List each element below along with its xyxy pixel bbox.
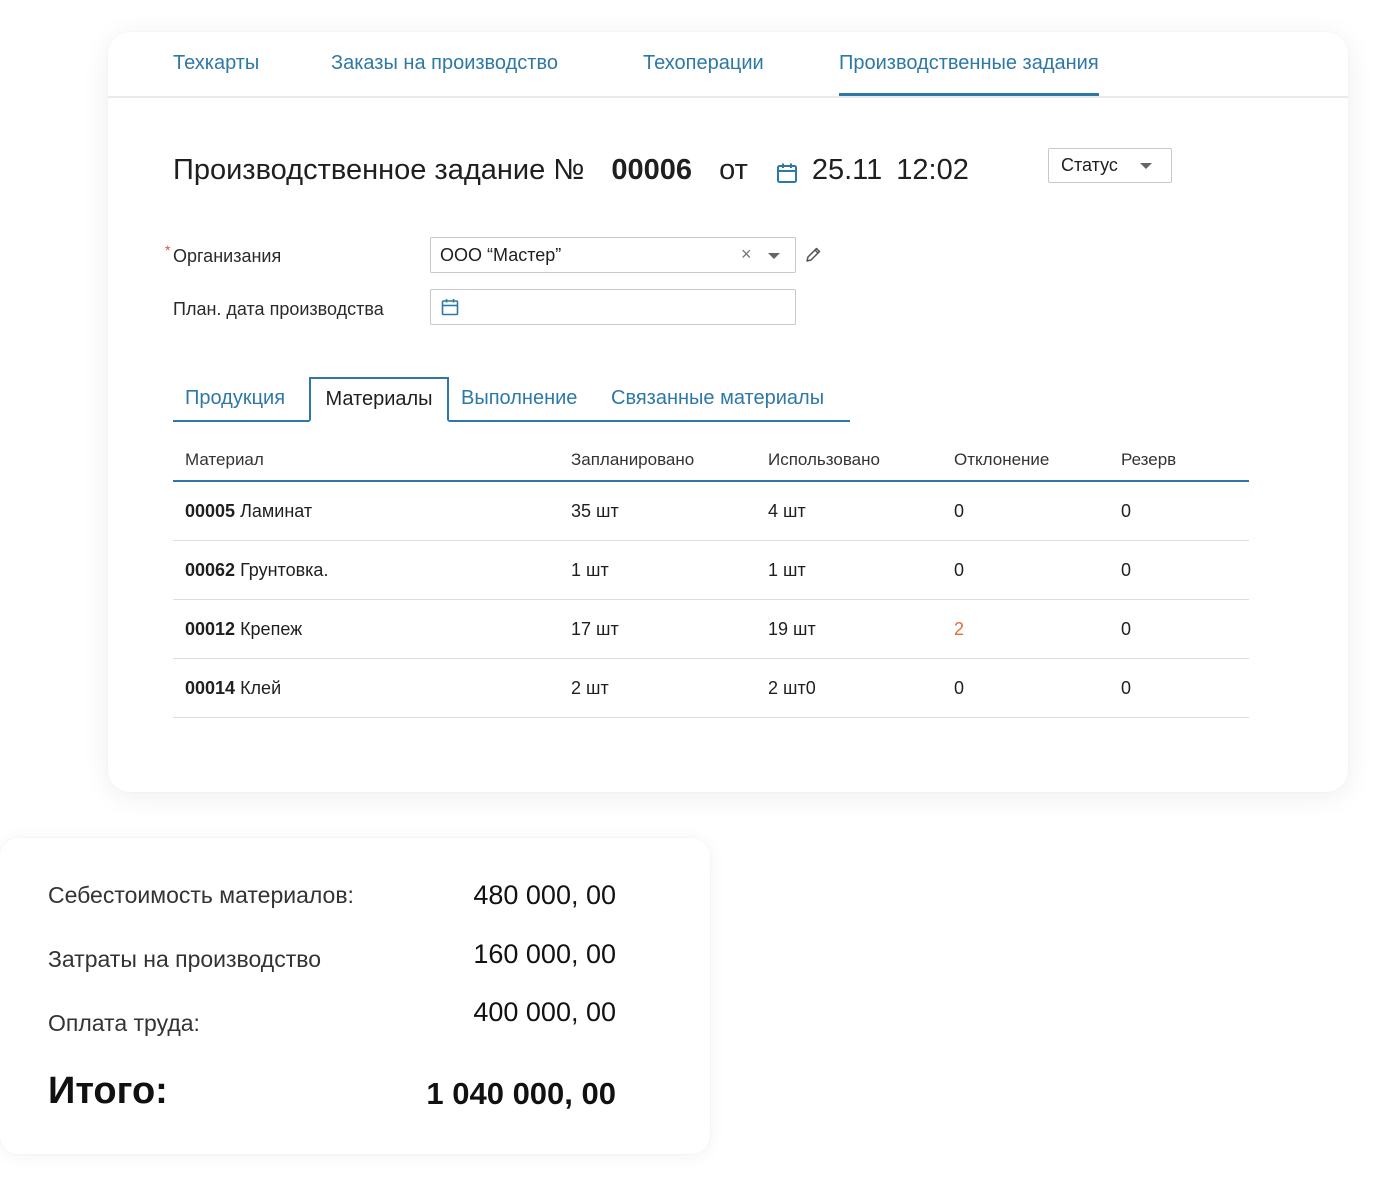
required-mark: * [165,242,171,258]
production-cost-value: 160 000, 00 [473,939,616,969]
col-reserve[interactable]: Резерв [1121,450,1176,470]
material-name: Грунтовка. [235,560,329,580]
materials-cost-value: 480 000, 00 [473,880,616,910]
material-code: 00005 [185,501,236,521]
planned-cell: 2 шт [571,678,609,698]
labor-cost-value: 400 000, 00 [473,997,616,1027]
calendar-icon[interactable] [776,159,798,183]
reserve-cell: 0 [1121,501,1132,521]
planned-cell: 35 шт [571,501,619,521]
material-name: Клей [235,678,282,698]
subtab-products[interactable]: Продукция [185,377,285,420]
total-label: Итого: [48,1070,168,1112]
subtab-execution[interactable]: Выполнение [461,377,577,420]
task-date[interactable]: 25.11 [812,154,882,187]
material-cell: 00014 Клей [185,678,281,699]
chevron-down-icon[interactable] [768,253,780,259]
pencil-icon[interactable] [804,246,822,264]
plan-date-label: План. дата производства [173,299,384,319]
deviation-cell-warning: 2 [954,619,965,639]
col-used[interactable]: Использовано [768,450,880,470]
materials-table: Материал Запланировано Использовано Откл… [173,442,1249,718]
total-value: 1 040 000, 00 [426,1076,616,1111]
tab-production-tasks[interactable]: Производственные задания [839,52,1099,96]
deviation-cell: 0 [954,501,965,521]
table-row[interactable]: 00014 Клей 2 шт 2 шт0 0 0 [173,659,1249,718]
plan-date-input[interactable] [430,289,796,325]
subtab-linked-materials[interactable]: Связанные материалы [611,377,824,420]
material-name: Крепеж [235,619,303,639]
material-cell: 00012 Крепеж [185,619,302,640]
used-cell: 2 шт0 [768,678,816,698]
planned-cell: 17 шт [571,619,619,639]
tab-techoperations[interactable]: Техоперации [643,52,764,96]
table-header: Материал Запланировано Использовано Откл… [173,442,1249,482]
tab-production-orders[interactable]: Заказы на производство [331,52,558,96]
table-row[interactable]: 00005 Ламинат 35 шт 4 шт 0 0 [173,482,1249,541]
material-code: 00014 [185,678,236,698]
material-cell: 00005 Ламинат [185,501,312,522]
task-number: 00006 [611,153,693,186]
subtab-materials[interactable]: Материалы [309,377,449,422]
top-nav: Техкарты Заказы на производство Техопера… [108,32,1348,98]
col-planned[interactable]: Запланировано [571,450,694,470]
reserve-cell: 0 [1121,619,1132,639]
status-dropdown[interactable]: Статус [1048,148,1172,183]
material-cell: 00062 Грунтовка. [185,560,328,581]
task-time[interactable]: 12:02 [896,154,969,187]
title-from: от [719,153,748,186]
calendar-icon[interactable] [441,298,459,316]
organization-label: * Организания [165,242,282,267]
reserve-cell: 0 [1121,560,1132,580]
used-cell: 1 шт [768,560,806,580]
organization-select[interactable]: ООО “Мастер” × [430,237,796,273]
page-title: Производственное задание № 00006 от 25.1… [173,150,969,190]
production-cost-label: Затраты на производство [48,946,322,972]
col-material[interactable]: Материал [185,450,264,470]
planned-cell: 1 шт [571,560,609,580]
material-code: 00012 [185,619,236,639]
used-cell: 4 шт [768,501,806,521]
status-label: Статус [1061,155,1118,175]
chevron-down-icon [1140,163,1152,169]
deviation-cell: 0 [954,560,965,580]
tab-techcards[interactable]: Техкарты [173,52,259,96]
close-icon[interactable]: × [741,244,752,265]
material-name: Ламинат [235,501,313,521]
labor-cost-label: Оплата труда: [48,1010,200,1036]
title-prefix: Производственное задание № [173,153,585,186]
col-deviation[interactable]: Отклонение [954,450,1049,470]
reserve-cell: 0 [1121,678,1132,698]
used-cell: 19 шт [768,619,816,639]
cost-summary-card: Себестоимость материалов: 480 000, 00 За… [0,838,710,1154]
subtabs: Продукция Материалы Выполнение Связанные… [173,377,850,422]
production-task-card: Техкарты Заказы на производство Техопера… [108,32,1348,792]
table-row[interactable]: 00012 Крепеж 17 шт 19 шт 2 0 [173,600,1249,659]
organization-value: ООО “Мастер” [440,245,562,265]
materials-cost-label: Себестоимость материалов: [48,882,354,908]
material-code: 00062 [185,560,236,580]
table-row[interactable]: 00062 Грунтовка. 1 шт 1 шт 0 0 [173,541,1249,600]
deviation-cell: 0 [954,678,965,698]
organization-label-text: Организания [173,246,282,266]
